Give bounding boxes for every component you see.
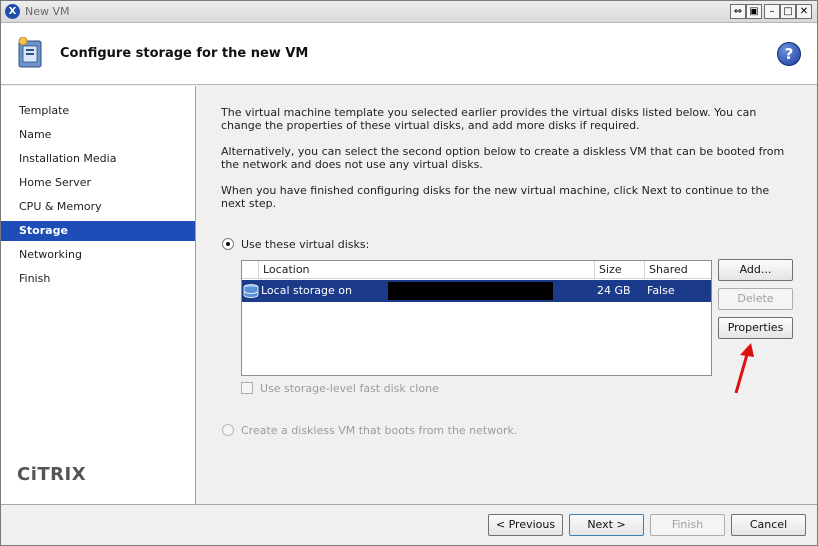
- disk-shared: False: [647, 284, 675, 297]
- sidebar-item-finish[interactable]: Finish: [1, 269, 195, 289]
- column-location[interactable]: Location: [258, 261, 594, 279]
- fast-clone-checkbox[interactable]: [241, 382, 253, 394]
- use-virtual-disks-radio[interactable]: [222, 238, 234, 250]
- sidebar-item-home-server[interactable]: Home Server: [1, 173, 195, 193]
- disk-list-header: Location Size Shared: [242, 261, 711, 279]
- vm-storage-icon: [18, 37, 42, 68]
- column-shared[interactable]: Shared: [644, 261, 711, 279]
- wizard-footer: < Previous Next > Finish Cancel: [1, 504, 817, 545]
- virtual-disks-list[interactable]: Location Size Shared Local storage on 24…: [241, 260, 712, 376]
- red-annotation-arrow-icon: [734, 343, 754, 394]
- delete-disk-button[interactable]: Delete: [718, 288, 793, 310]
- storage-disk-icon: [243, 284, 259, 298]
- close-button[interactable]: ✕: [796, 4, 812, 19]
- page-title: Configure storage for the new VM: [60, 46, 309, 61]
- previous-button[interactable]: < Previous: [488, 514, 563, 536]
- diskless-vm-label[interactable]: Create a diskless VM that boots from the…: [241, 424, 517, 437]
- next-button[interactable]: Next >: [569, 514, 644, 536]
- column-size[interactable]: Size: [594, 261, 644, 279]
- disk-size: 24 GB: [597, 284, 631, 297]
- wizard-steps-sidebar: Template Name Installation Media Home Se…: [1, 86, 196, 504]
- diskless-vm-radio[interactable]: [222, 424, 234, 436]
- intro-paragraph: The virtual machine template you selecte…: [221, 106, 757, 132]
- fast-clone-label[interactable]: Use storage-level fast disk clone: [260, 382, 439, 395]
- use-virtual-disks-label[interactable]: Use these virtual disks:: [241, 238, 369, 251]
- minimize-button[interactable]: –: [764, 4, 780, 19]
- finish-button[interactable]: Finish: [650, 514, 725, 536]
- disk-properties-button[interactable]: Properties: [718, 317, 793, 339]
- new-vm-window: X New VM ⇔ ▣ – □ ✕ Configure storage for…: [0, 0, 818, 546]
- pin-button[interactable]: ▣: [746, 4, 762, 19]
- restore-arrows-button[interactable]: ⇔: [730, 4, 746, 19]
- table-row[interactable]: Local storage on 24 GB False: [242, 280, 711, 302]
- window-title: New VM: [25, 5, 70, 18]
- xencenter-app-icon: X: [5, 4, 20, 19]
- sidebar-item-template[interactable]: Template: [1, 101, 195, 121]
- sidebar-item-cpu-memory[interactable]: CPU & Memory: [1, 197, 195, 217]
- sidebar-item-storage[interactable]: Storage: [1, 221, 195, 241]
- title-bar[interactable]: X New VM ⇔ ▣ – □ ✕: [1, 1, 817, 23]
- cancel-button[interactable]: Cancel: [731, 514, 806, 536]
- disk-location: Local storage on: [261, 284, 352, 297]
- help-icon[interactable]: ?: [777, 42, 801, 66]
- storage-page: The virtual machine template you selecte…: [197, 86, 817, 504]
- redacted-server-name: [388, 282, 553, 300]
- wizard-header: Configure storage for the new VM ?: [1, 23, 817, 85]
- add-disk-button[interactable]: Add...: [718, 259, 793, 281]
- maximize-button[interactable]: □: [780, 4, 796, 19]
- citrix-logo: CiTRIX: [17, 464, 87, 485]
- diskless-paragraph: Alternatively, you can select the second…: [221, 145, 785, 171]
- sidebar-item-networking[interactable]: Networking: [1, 245, 195, 265]
- sidebar-item-installation-media[interactable]: Installation Media: [1, 149, 195, 169]
- next-step-paragraph: When you have finished configuring disks…: [221, 184, 770, 210]
- sidebar-item-name[interactable]: Name: [1, 125, 195, 145]
